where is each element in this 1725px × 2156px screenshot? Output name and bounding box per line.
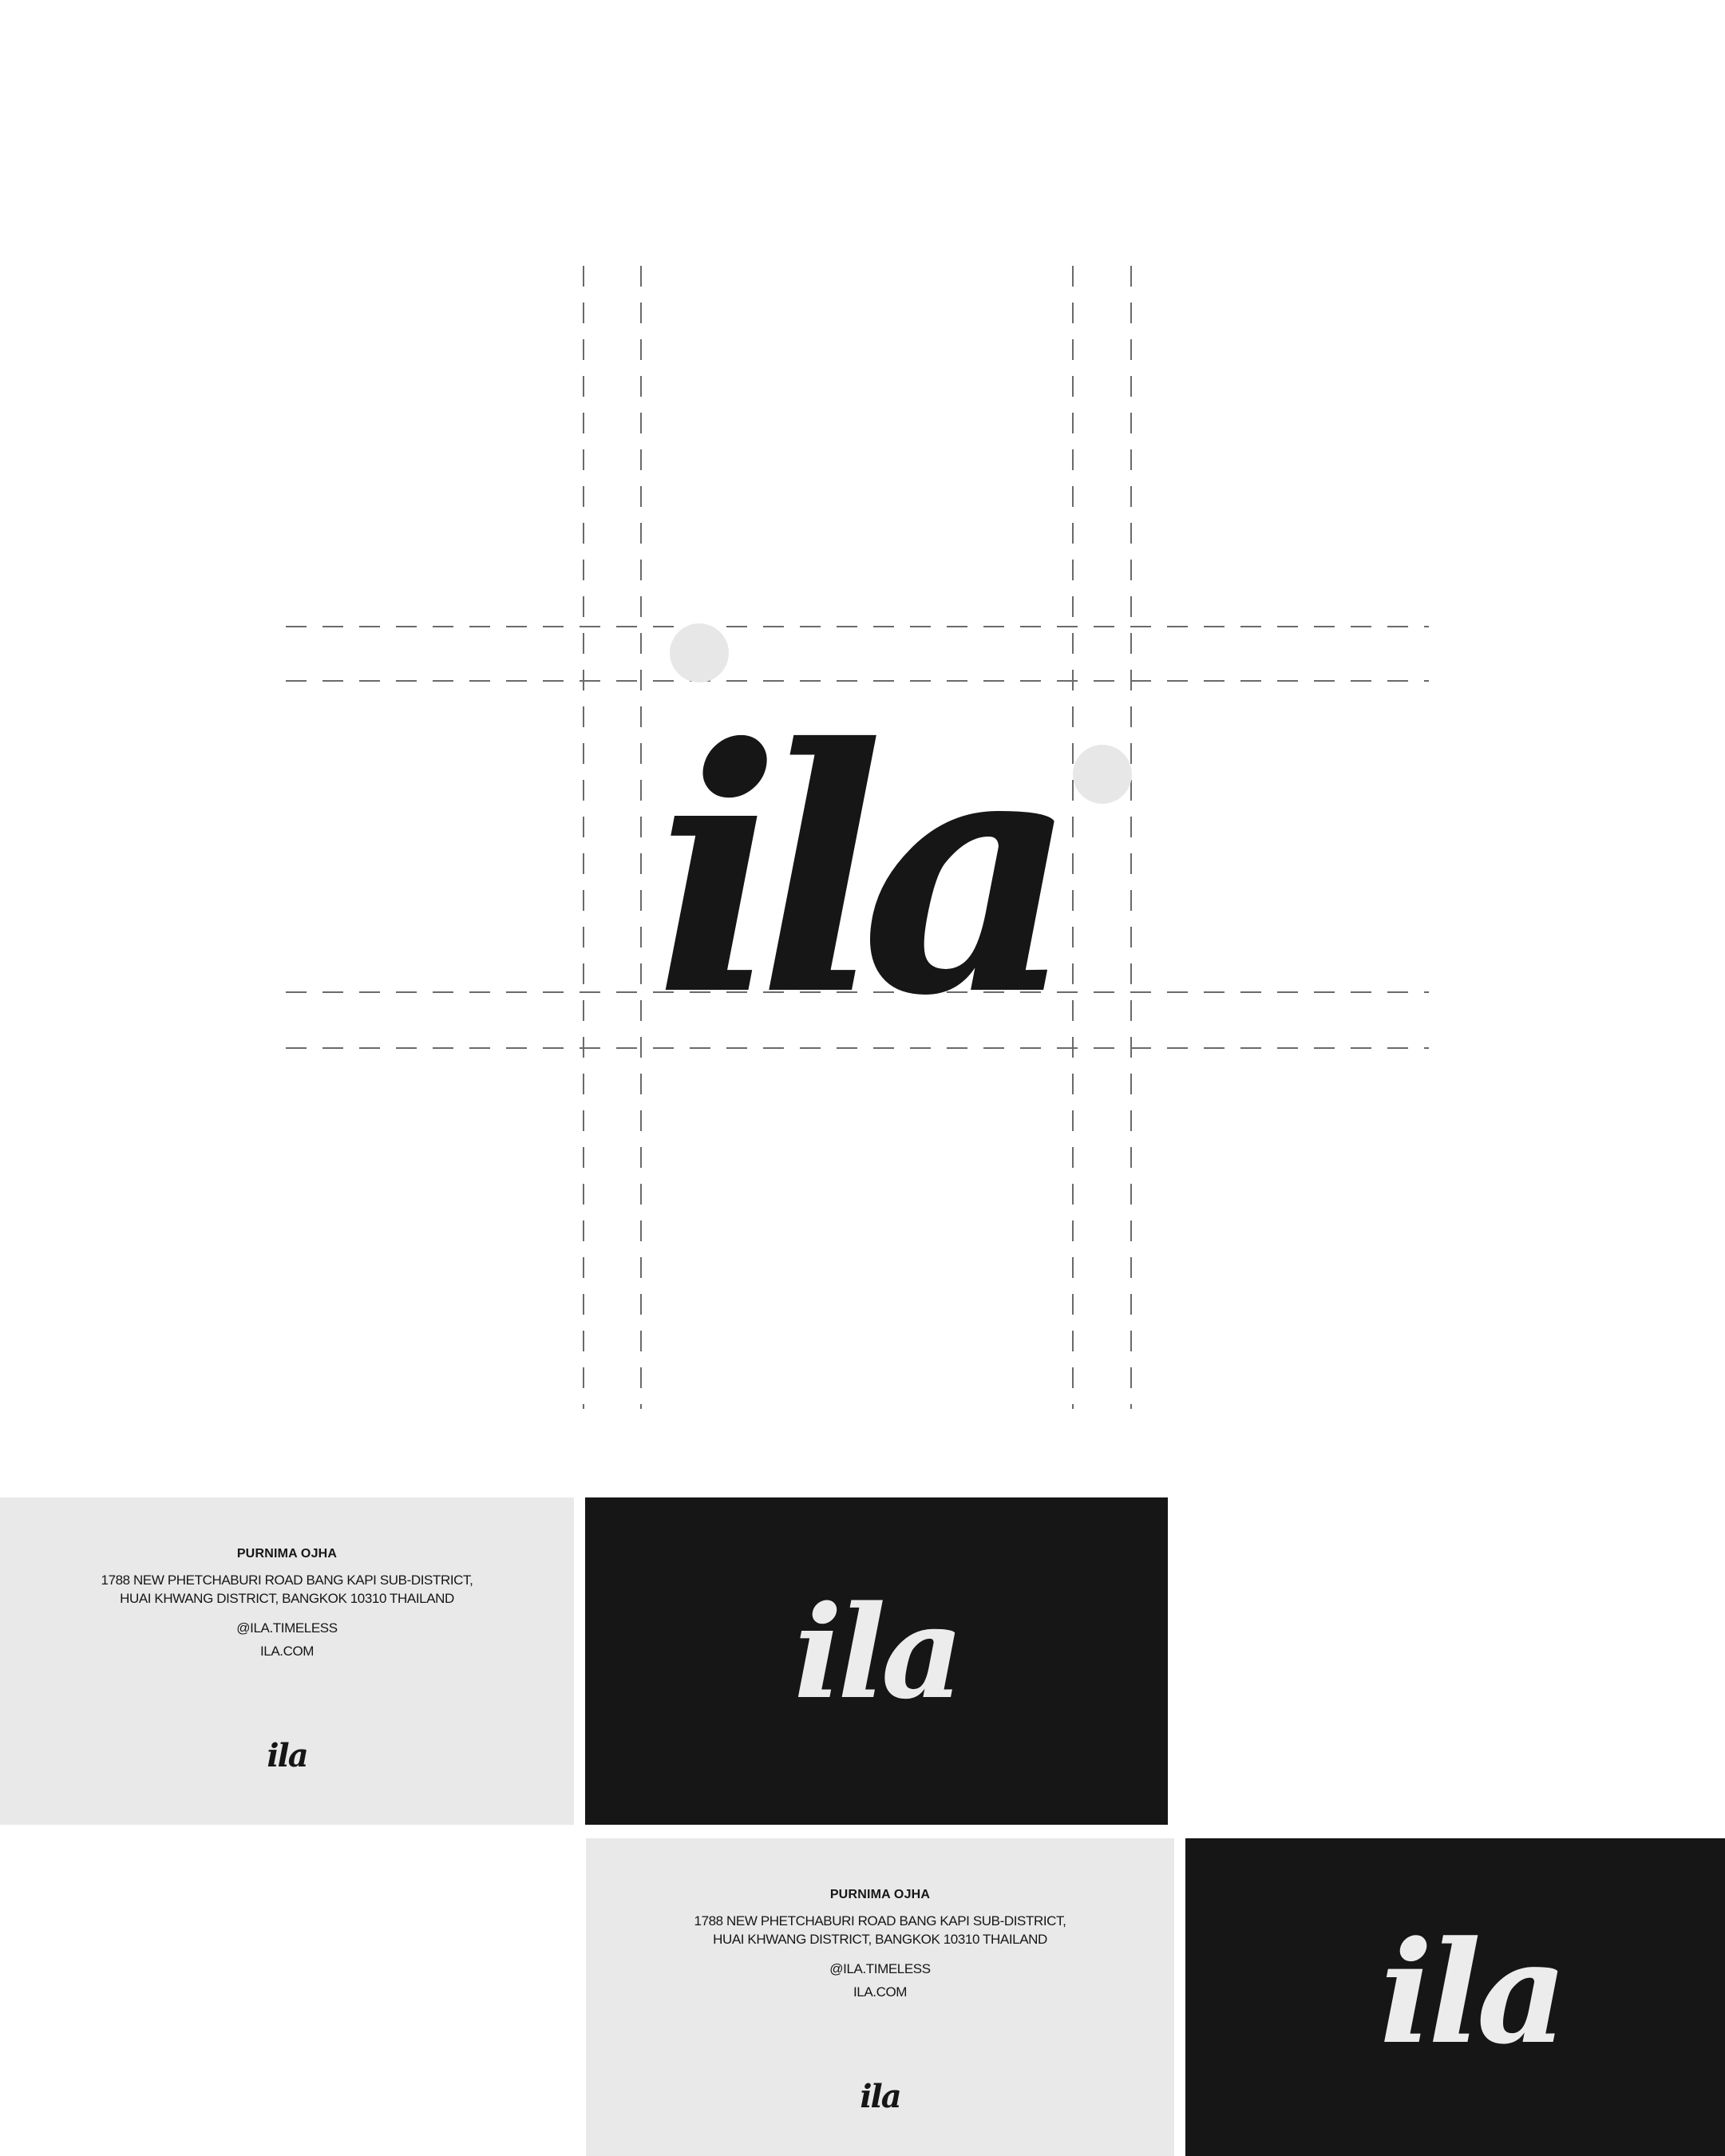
logo-construction-grid: ila [286,266,1429,1409]
card-name: PURNIMA OJHA [236,1547,338,1561]
business-card-front: PURNIMA OJHA 1788 NEW PHETCHABURI ROAD B… [0,1497,574,1825]
card-logo: ila [793,1577,963,1727]
card-social: @ILA.TIMELESS [829,1961,931,1976]
card-contact-block: PURNIMA OJHA 1788 NEW PHETCHABURI ROAD B… [0,1547,574,1660]
card-website: ILA.COM [853,1984,908,2000]
clearspace-circle-top [670,623,729,682]
card-website: ILA.COM [259,1644,315,1659]
card-contact-block: PURNIMA OJHA 1788 NEW PHETCHABURI ROAD B… [586,1888,1174,2001]
business-card-back: ila [1185,1838,1725,2156]
card-logo: ila [1379,1910,1568,2075]
card-address-line2: HUAI KHWANG DISTRICT, BANGKOK 10310 THAI… [713,1932,1047,1947]
main-logo: ila [654,676,1054,1070]
card-address-line2: HUAI KHWANG DISTRICT, BANGKOK 10310 THAI… [120,1591,454,1606]
card-name: PURNIMA OJHA [829,1888,931,1901]
clearspace-circle-right [1073,745,1132,804]
card-social: @ILA.TIMELESS [236,1620,338,1636]
business-card-front: PURNIMA OJHA 1788 NEW PHETCHABURI ROAD B… [586,1838,1174,2156]
business-card-back: ila [585,1497,1168,1825]
card-address-line1: 1788 NEW PHETCHABURI ROAD BANG KAPI SUB-… [694,1913,1066,1929]
card-mini-logo: ila [267,1737,308,1774]
card-address-line1: 1788 NEW PHETCHABURI ROAD BANG KAPI SUB-… [101,1572,473,1588]
card-mini-logo: ila [860,2078,901,2115]
